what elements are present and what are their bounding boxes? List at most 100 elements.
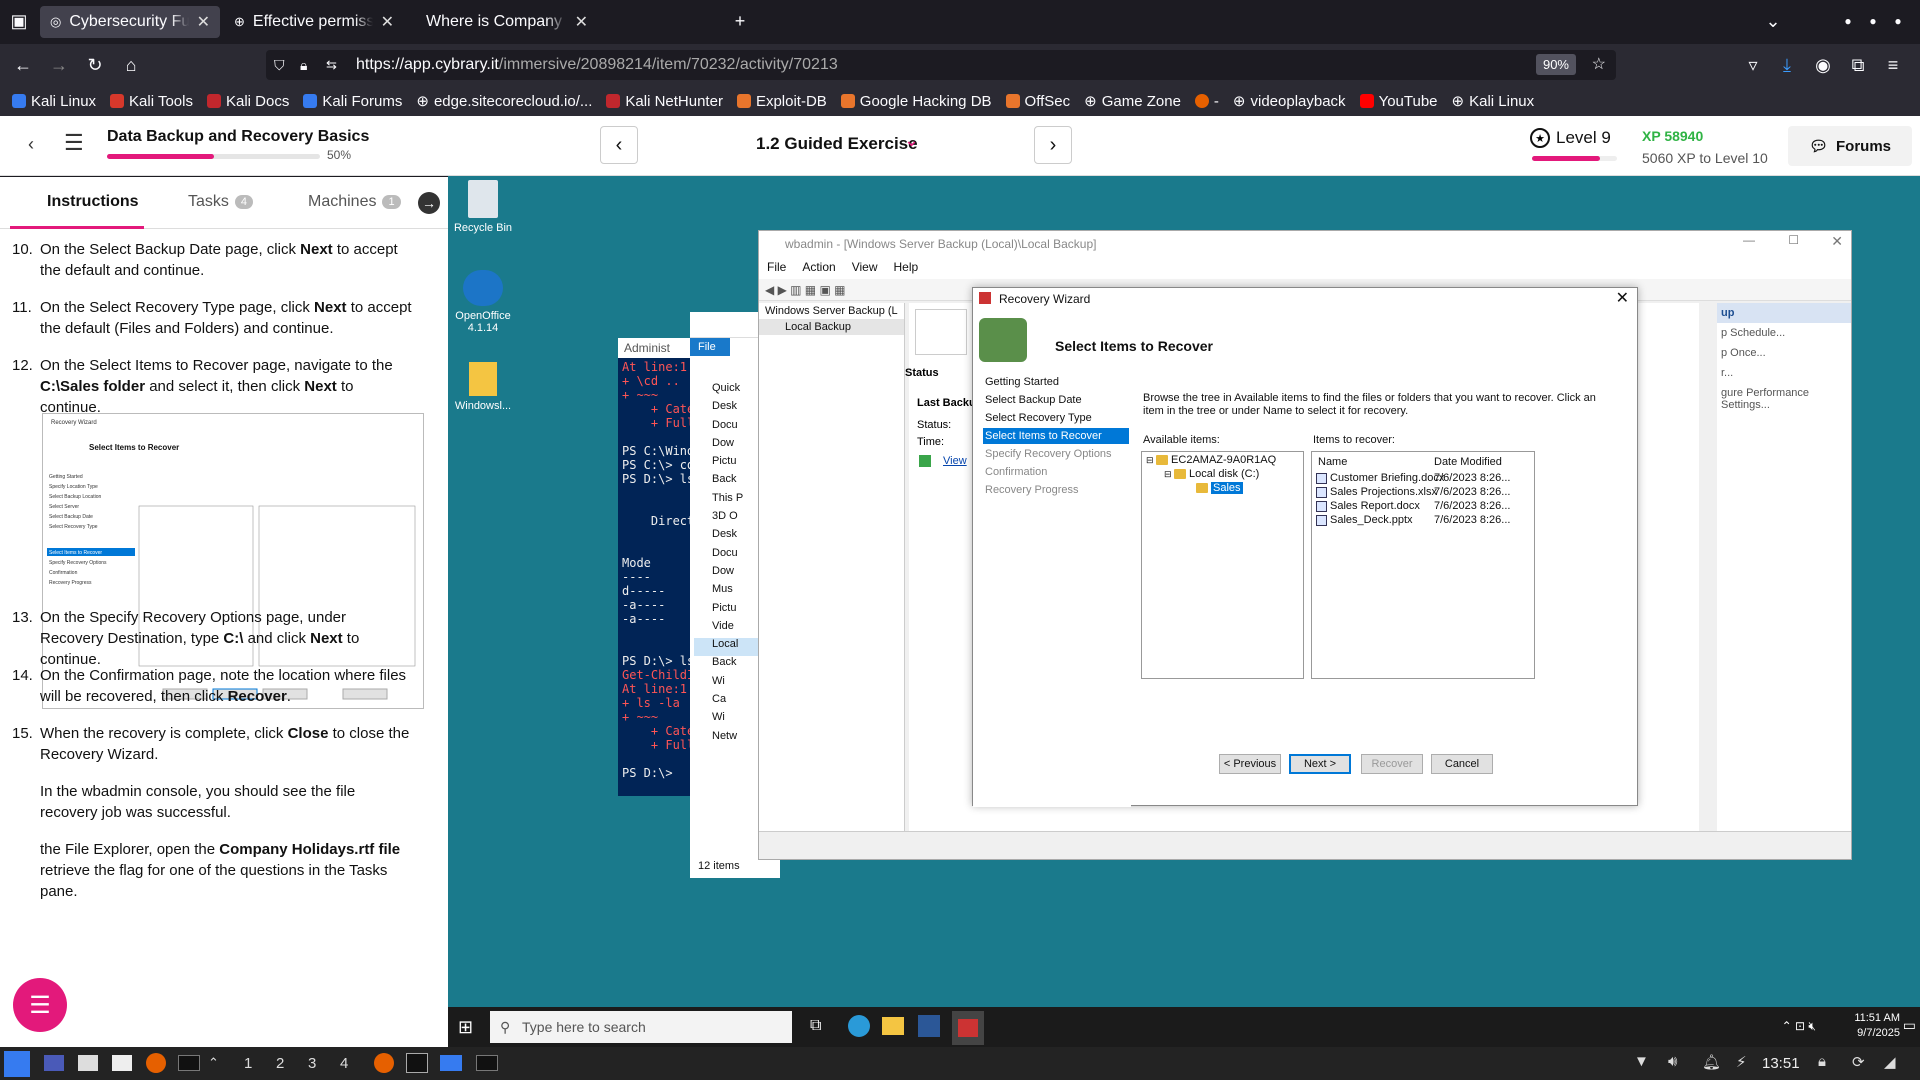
action-backup-schedule[interactable]: p Schedule... [1717, 323, 1851, 343]
bookmark-star-icon[interactable]: ☆ [1592, 54, 1606, 74]
close-icon[interactable]: ✕ [1616, 288, 1629, 308]
account-icon[interactable]: ◉ [1810, 52, 1836, 78]
editor-icon[interactable] [112, 1055, 132, 1071]
downloads-icon[interactable]: ⤓ [1774, 52, 1800, 78]
menu-view[interactable]: View [852, 260, 878, 276]
toolbar-back-icon[interactable]: ◀ ▶ ▥ ▦ ▣ ▦ [765, 283, 845, 297]
minimize-icon[interactable]: — [1743, 233, 1755, 247]
bookmark-item[interactable]: ⊕ Kali Linux [1452, 92, 1535, 111]
hamburger-menu-icon[interactable]: ☰ [64, 130, 84, 156]
arrow-right-icon[interactable]: → [418, 192, 440, 214]
tree-node-server[interactable]: ⊟ EC2AMAZ-9A0R1AQ [1146, 454, 1276, 466]
zoom-level[interactable]: 90% [1535, 54, 1576, 75]
tab-effective-permissions[interactable]: ⊕ Effective permissions check ✕ [224, 6, 404, 38]
available-items-tree[interactable]: ⊟ EC2AMAZ-9A0R1AQ ⊟ Local disk (C:) Sale… [1141, 451, 1304, 679]
next-button[interactable]: Next > [1289, 754, 1351, 774]
extensions-icon[interactable]: ⧉ [1845, 52, 1871, 78]
menu-action[interactable]: Action [802, 260, 835, 276]
list-item[interactable]: Sales_Deck.pptx 7/6/2023 8:26... [1316, 514, 1530, 526]
list-item[interactable]: Sales Report.docx 7/6/2023 8:26... [1316, 500, 1530, 512]
forward-icon[interactable]: → [46, 52, 72, 78]
previous-activity-button[interactable]: ‹ [600, 126, 638, 164]
tab-machines[interactable]: Machines 1 [308, 193, 401, 211]
tree-node-local-disk[interactable]: ⊟ Local disk (C:) [1164, 468, 1259, 480]
reload-icon[interactable]: ↻ [82, 52, 108, 78]
bookmark-item[interactable]: - [1194, 93, 1219, 110]
close-tab-icon[interactable]: ✕ [197, 12, 210, 32]
firefox-icon[interactable] [146, 1053, 166, 1073]
menu-file[interactable]: File [767, 260, 786, 276]
minimize-icon[interactable]: ● [1835, 8, 1861, 34]
tab-instructions[interactable]: Instructions [47, 193, 139, 211]
pocket-icon[interactable]: ▿ [1740, 52, 1766, 78]
bookmark-item[interactable]: Exploit-DB [736, 93, 827, 110]
list-item[interactable]: Customer Briefing.docx 7/6/2023 8:26... [1316, 472, 1530, 484]
bookmark-item[interactable]: Kali Docs [206, 93, 289, 110]
edge-icon[interactable] [848, 1015, 870, 1037]
chevron-down-icon[interactable]: ⌄ [904, 130, 919, 151]
next-activity-button[interactable]: › [1034, 126, 1072, 164]
desktop-icon[interactable] [44, 1055, 64, 1071]
logout-icon[interactable]: ⟳ [1852, 1053, 1865, 1071]
items-to-recover-list[interactable]: Name Date Modified Customer Briefing.docx… [1311, 451, 1535, 679]
tray-icons[interactable]: ⌃ ⊡ 🔇︎ [1782, 1019, 1816, 1034]
desktop-icon-folder[interactable]: Windowsl... [448, 362, 518, 412]
explorer-taskbar-icon[interactable] [882, 1017, 904, 1035]
view-details-link[interactable]: View [943, 455, 967, 467]
bookmark-item[interactable]: ⊕ videoplayback [1233, 92, 1346, 111]
home-icon[interactable]: ⌂ [118, 52, 144, 78]
list-item[interactable]: Sales Projections.xlsx 7/6/2023 8:26... [1316, 486, 1530, 498]
desktop-icon-openoffice[interactable]: OpenOffice 4.1.14 [448, 270, 518, 334]
task-view-icon[interactable]: ⧉ [810, 1017, 821, 1035]
kali-menu-icon[interactable] [4, 1051, 30, 1077]
explorer-file-menu[interactable]: File [690, 338, 730, 356]
tab-list-icon[interactable]: ▣ [6, 8, 32, 34]
bookmark-item[interactable]: YouTube [1359, 93, 1438, 110]
new-tab-icon[interactable]: + [727, 8, 753, 34]
window-icon[interactable] [406, 1053, 428, 1073]
workspace-2[interactable]: 2 [276, 1055, 284, 1072]
url-bar[interactable]: ⛉ 🔒︎ ⇆ https://app.cybrary.it/immersive/… [266, 50, 1616, 80]
desktop-icon-recycle-bin[interactable]: Recycle Bin [448, 180, 518, 234]
previous-button[interactable]: < Previous [1219, 754, 1281, 774]
bookmark-item[interactable]: Kali Forums [303, 93, 402, 110]
tab-company-holidays[interactable]: Where is Company Holidays ✕ [408, 6, 598, 38]
kali-clock[interactable]: 13:51 [1762, 1055, 1800, 1072]
chevron-down-icon[interactable]: ⌄ [1760, 8, 1786, 34]
chevron-up-icon[interactable]: ⌃ [208, 1055, 219, 1071]
tree-item-wsb[interactable]: Windows Server Backup (L [759, 303, 904, 319]
close-window-icon[interactable]: ● [1885, 8, 1911, 34]
horizontal-scrollbar[interactable] [759, 831, 1851, 847]
action-recover[interactable]: r... [1717, 363, 1851, 383]
wbadmin-taskbar-icon[interactable] [952, 1011, 984, 1045]
tree-item-local-backup[interactable]: Local Backup [759, 319, 904, 335]
chat-button[interactable]: ☰ [13, 978, 67, 1032]
bookmark-item[interactable]: OffSec [1005, 93, 1070, 110]
action-configure-performance[interactable]: gure Performance Settings... [1717, 383, 1851, 415]
tree-node-sales[interactable]: Sales [1196, 482, 1243, 494]
bookmark-item[interactable]: Kali Linux [12, 93, 96, 110]
menu-icon[interactable]: ≡ [1880, 52, 1906, 78]
workspace-1[interactable]: 1 [244, 1055, 252, 1072]
bookmark-item[interactable]: Kali NetHunter [606, 93, 723, 110]
bookmark-item[interactable]: ⊕ Game Zone [1084, 92, 1181, 111]
bookmark-item[interactable]: Google Hacking DB [840, 93, 992, 110]
network-icon[interactable]: ▼ [1634, 1053, 1649, 1070]
chevron-left-icon[interactable]: ‹ [28, 134, 34, 155]
taskbar-search-input[interactable]: ⚲ Type here to search [490, 1011, 792, 1043]
terminal-window-icon[interactable] [476, 1055, 498, 1071]
files-icon[interactable] [78, 1055, 98, 1071]
taskbar-clock[interactable]: 11:51 AM 9/7/2025 [1854, 1011, 1900, 1041]
notification-icon[interactable]: ▭ [1903, 1017, 1916, 1034]
powershell-taskbar-icon[interactable] [918, 1015, 940, 1037]
close-tab-icon[interactable]: ✕ [575, 12, 588, 32]
menu-help[interactable]: Help [894, 260, 919, 276]
tab-cybersecurity[interactable]: ◎ Cybersecurity Fundamentals ✕ [40, 6, 220, 38]
workspace-3[interactable]: 3 [308, 1055, 316, 1072]
firefox-window-icon[interactable] [374, 1053, 394, 1073]
bell-icon[interactable]: 🔔︎ [1702, 1053, 1721, 1071]
powershell-window[interactable]: Administ At line:1 + \cd .. + ~~~ + Cate +… [618, 338, 698, 796]
tab-tasks[interactable]: Tasks 4 [188, 193, 254, 211]
maximize-icon[interactable]: ☐ [1788, 233, 1799, 247]
maximize-icon[interactable]: ● [1860, 8, 1886, 34]
